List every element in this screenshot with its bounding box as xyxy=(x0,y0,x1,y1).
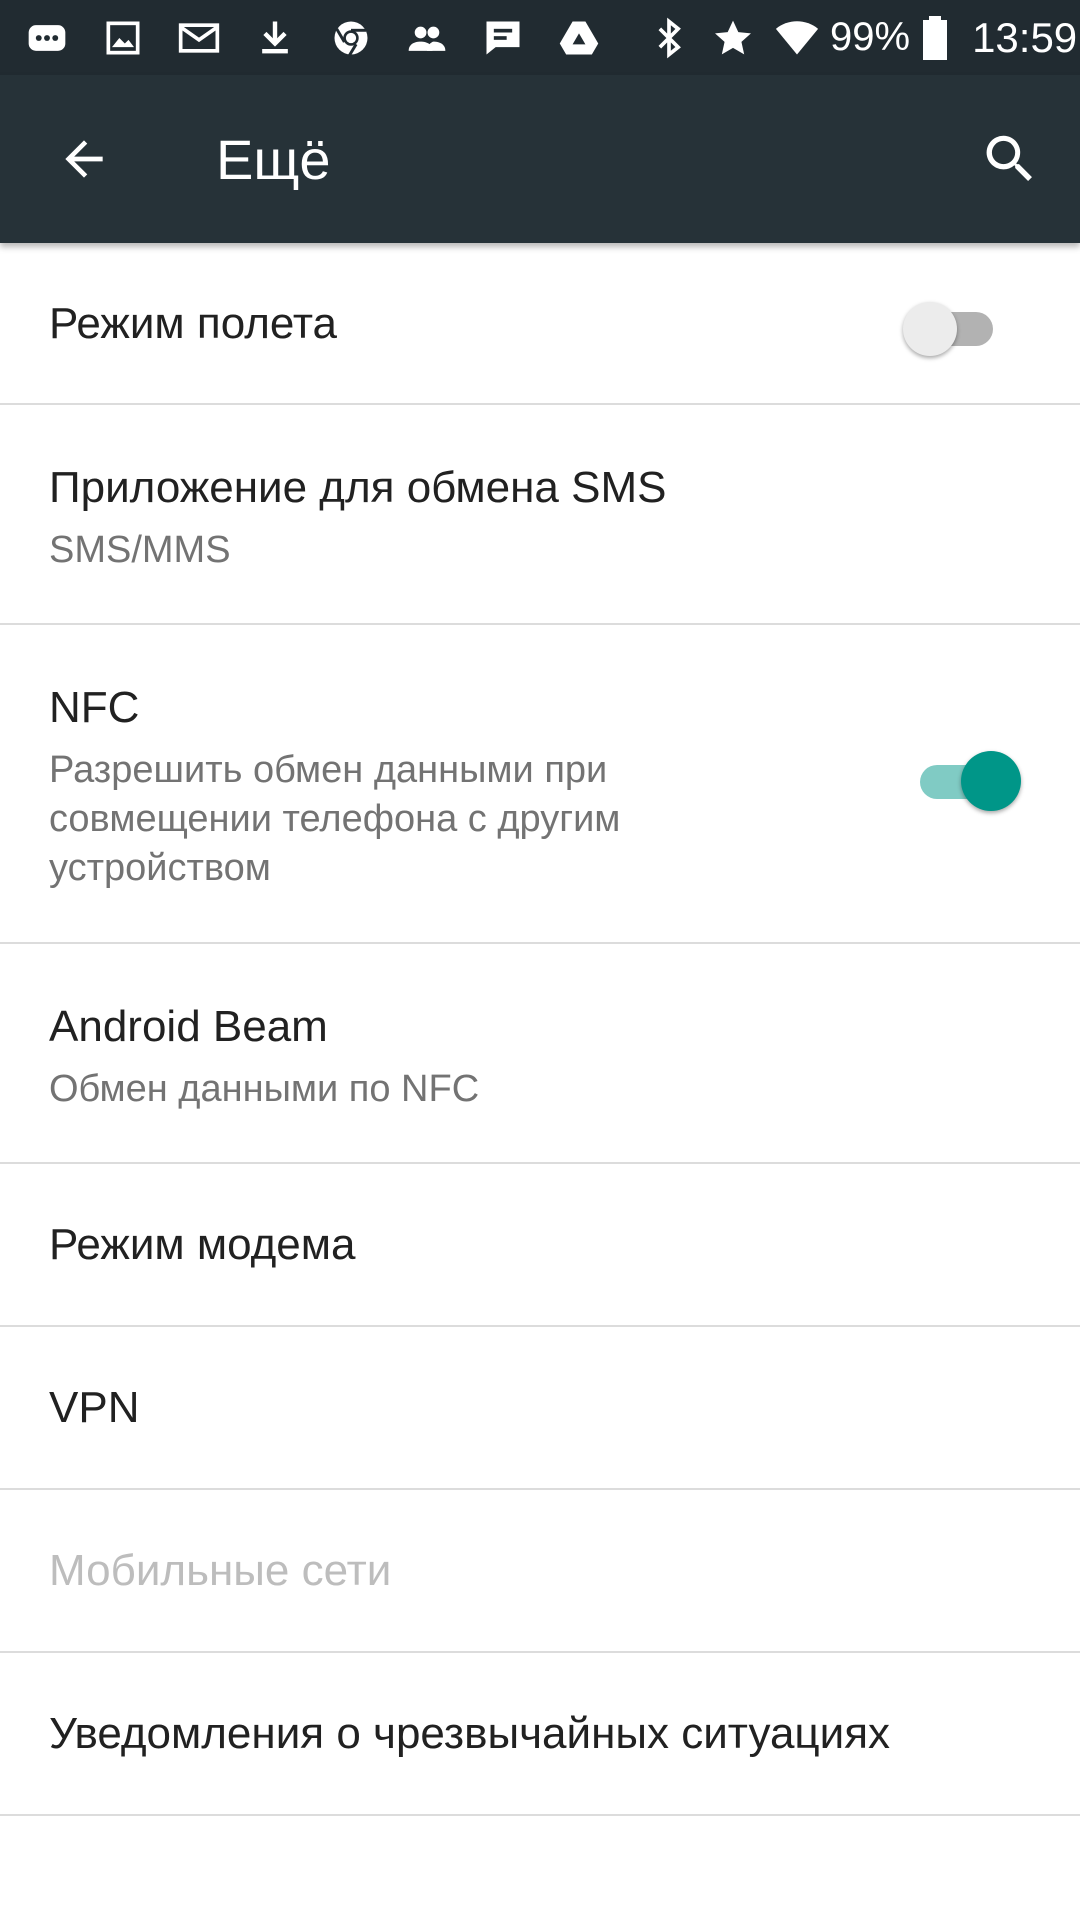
android-beam-item[interactable]: Android Beam Обмен данными по NFC xyxy=(0,944,1080,1164)
item-title: Мобильные сети xyxy=(49,1546,392,1595)
item-summary: SMS/MMS xyxy=(49,529,231,571)
settings-list: Режим полета Приложение для обмена SMS S… xyxy=(0,243,1080,1816)
chrome-icon xyxy=(326,16,376,60)
item-title: Режим полета xyxy=(49,299,338,348)
item-title: Уведомления о чрезвычайных ситуациях xyxy=(49,1709,891,1758)
summary-line: совмещении телефона с другим xyxy=(49,798,621,840)
arrow-back-icon xyxy=(65,140,103,178)
airplane-mode-item[interactable]: Режим полета xyxy=(0,243,1080,405)
switch-thumb xyxy=(903,302,957,356)
search-icon xyxy=(986,135,1032,181)
back-button[interactable] xyxy=(50,125,118,193)
download-icon xyxy=(250,16,300,60)
mobile-networks-item: Мобильные сети xyxy=(0,1490,1080,1653)
clock: 13:59 xyxy=(972,13,1078,61)
summary-line: Разрешить обмен данными при xyxy=(49,749,608,791)
sms-app-item[interactable]: Приложение для обмена SMS SMS/MMS xyxy=(0,405,1080,625)
message-icon xyxy=(22,16,72,60)
image-icon xyxy=(98,16,148,60)
page-title: Ещё xyxy=(216,128,331,191)
chat-icon xyxy=(478,16,528,60)
star-icon xyxy=(708,16,758,60)
drive-icon xyxy=(554,16,604,60)
summary-line: устройством xyxy=(49,847,271,889)
vpn-item[interactable]: VPN xyxy=(0,1327,1080,1490)
item-title: VPN xyxy=(49,1383,140,1432)
bluetooth-icon xyxy=(644,16,694,60)
item-title: NFC xyxy=(49,683,140,732)
wifi-icon xyxy=(772,16,822,60)
contacts-icon xyxy=(402,16,452,60)
status-bar: 99% 13:59 xyxy=(0,0,1080,75)
nfc-switch[interactable] xyxy=(918,751,1024,813)
item-title: Android Beam xyxy=(49,1002,328,1051)
tethering-item[interactable]: Режим модема xyxy=(0,1164,1080,1327)
item-summary: Разрешить обмен данными при совмещении т… xyxy=(49,746,620,893)
battery-icon xyxy=(920,15,950,60)
search-button[interactable] xyxy=(974,123,1046,195)
system-status: 99% 13:59 xyxy=(630,14,1077,62)
item-summary: Обмен данными по NFC xyxy=(49,1068,480,1110)
app-bar: Ещё xyxy=(0,75,1080,243)
switch-thumb xyxy=(961,751,1021,811)
item-title: Приложение для обмена SMS xyxy=(49,463,667,512)
notification-icons xyxy=(22,16,630,60)
battery-percentage: 99% xyxy=(830,15,911,59)
emergency-alerts-item[interactable]: Уведомления о чрезвычайных ситуациях xyxy=(0,1653,1080,1816)
item-title: Режим модема xyxy=(49,1220,356,1269)
nfc-item[interactable]: NFC Разрешить обмен данными при совмещен… xyxy=(0,625,1080,944)
mail-icon xyxy=(174,16,224,60)
airplane-mode-switch[interactable] xyxy=(903,300,1003,356)
